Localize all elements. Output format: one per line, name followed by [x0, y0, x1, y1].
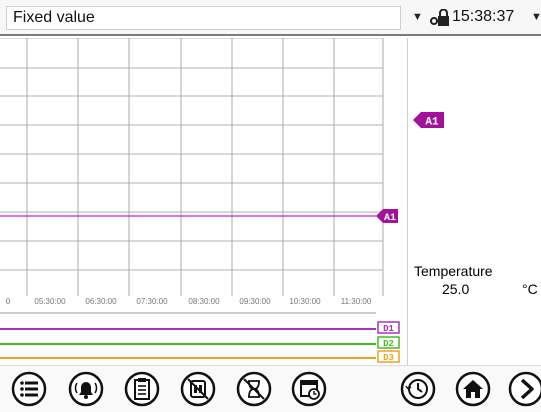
mode-dropdown[interactable]: Fixed value — [6, 6, 401, 30]
x-tick-label: 08:30:00 — [188, 297, 220, 306]
trend-chart[interactable]: 0 05:30:00 06:30:00 07:30:00 08:30:00 09:30:0… — [0, 37, 408, 365]
x-tick-label: 06:30:00 — [85, 297, 117, 306]
clock-time: 15:38:37 — [452, 8, 515, 25]
scheduler-icon[interactable] — [290, 370, 328, 408]
mode-chevron-down-icon[interactable]: ▼ — [412, 11, 423, 23]
horizontal-gridlines — [0, 37, 383, 271]
menu-list-icon[interactable] — [10, 370, 48, 408]
x-tick-label: 0 — [6, 297, 11, 306]
chart-svg: 0 05:30:00 06:30:00 07:30:00 08:30:00 09:30:0… — [0, 37, 400, 363]
clock-cycle-icon[interactable] — [399, 370, 437, 408]
key-lock-icon — [430, 9, 449, 26]
panel-marker-a1: A1 — [413, 112, 444, 129]
digital-channels: D1 D2 D3 — [0, 321, 400, 363]
x-tick-label: 11:30:00 — [341, 297, 372, 306]
chart-marker-label: A1 — [384, 213, 396, 224]
x-tick-labels: 0 05:30:00 06:30:00 07:30:00 08:30:00 09:30:0… — [6, 297, 372, 306]
temperature-label: Temperature — [414, 263, 493, 279]
temperature-unit: °C — [522, 281, 538, 297]
vertical-gridlines — [26, 38, 384, 296]
mode-label: Fixed value — [13, 9, 95, 26]
digital-tag-label-d1: D1 — [383, 324, 394, 334]
right-panel: A1 Temperature 25.0 °C — [409, 38, 541, 365]
top-bar: Fixed value ▼ 15:38:37 ▼ — [0, 0, 541, 36]
x-tick-label: 07:30:00 — [136, 297, 168, 306]
x-tick-label: 05:30:00 — [34, 297, 66, 306]
digital-tag-label-d2: D2 — [383, 339, 394, 349]
timer-off-icon[interactable] — [235, 370, 273, 408]
clipboard-icon[interactable] — [123, 370, 161, 408]
temperature-value: 25.0 — [442, 281, 470, 297]
bottom-toolbar — [0, 365, 541, 412]
x-tick-label: 09:30:00 — [239, 297, 271, 306]
alarm-bell-icon[interactable] — [67, 370, 105, 408]
time-chevron-down-icon[interactable]: ▼ — [531, 11, 541, 23]
next-arrow-icon[interactable] — [507, 370, 541, 408]
chart-marker-a1: A1 — [376, 209, 398, 224]
program-stop-icon[interactable] — [179, 370, 217, 408]
panel-marker-label: A1 — [425, 117, 439, 129]
digital-tag-label-d3: D3 — [383, 353, 394, 363]
x-tick-label: 10:30:00 — [289, 297, 321, 306]
home-icon[interactable] — [454, 370, 492, 408]
